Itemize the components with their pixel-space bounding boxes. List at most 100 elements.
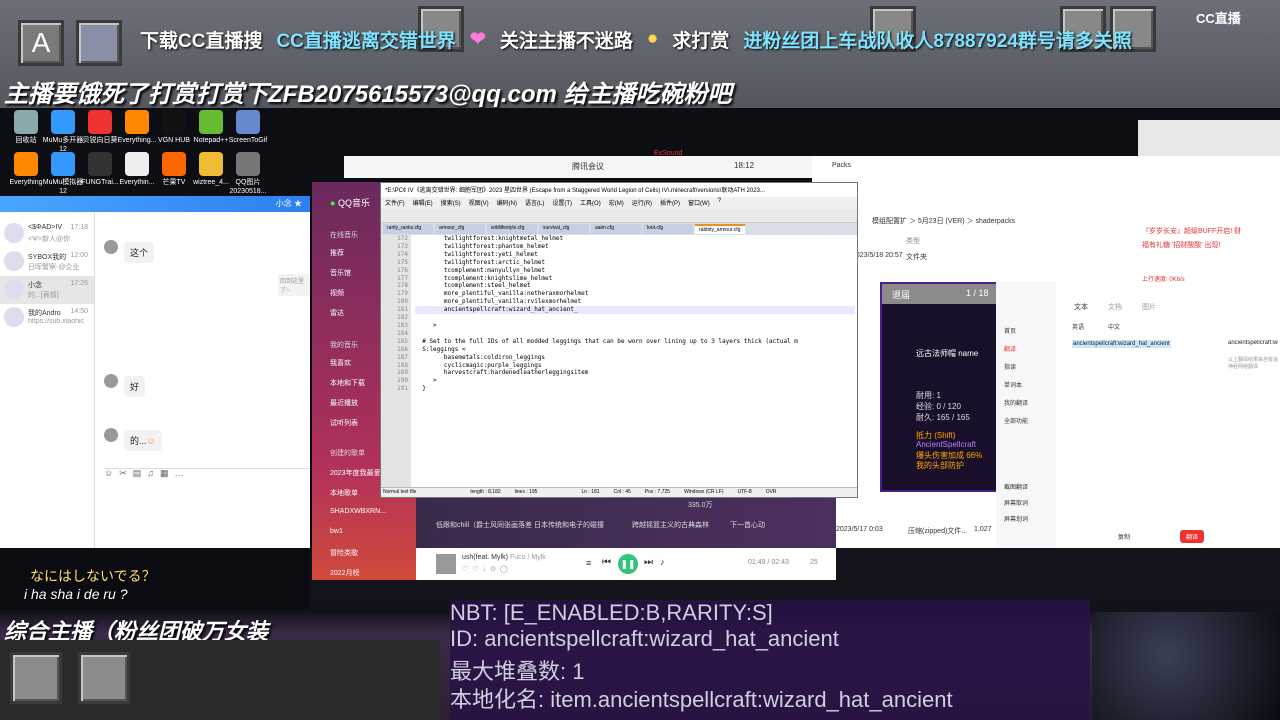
nav-pick-word[interactable]: 屏幕取词 [1004, 498, 1028, 507]
row-date-2: 2023/5/17 0:03 [836, 526, 883, 533]
qqmusic-mine-local[interactable]: 本地和下载 [330, 378, 365, 388]
volume-icon[interactable]: ♪ [660, 557, 665, 567]
file-tab[interactable]: wildlifestyle.cfg [487, 224, 537, 234]
contact-time: 17:26 [70, 280, 88, 287]
jei-header[interactable]: 退届 1 / 18 [882, 284, 1000, 304]
nav-translate[interactable]: 翻译 [1004, 344, 1016, 353]
nav-screenshot[interactable]: 截图翻译 [1004, 482, 1028, 491]
desktop-icon[interactable]: QQ图片20230518... [226, 152, 270, 196]
playlist-item[interactable]: 2023年度我最爱 [330, 468, 381, 478]
menu-item[interactable]: 窗口(W) [688, 198, 710, 208]
avatar [4, 307, 24, 327]
file-tab[interactable]: rabbity_armour.cfg [695, 224, 745, 234]
message-text: 的... [130, 436, 147, 446]
menu-item[interactable]: 编码(N) [497, 198, 517, 208]
copy-button[interactable]: 复制 [1118, 532, 1130, 541]
status-length: length : 8,182 [470, 489, 501, 495]
menu-item[interactable]: 设置(T) [552, 198, 572, 208]
lang-from[interactable]: 英语 [1072, 322, 1084, 331]
now-playing-bar[interactable]: ush(feat. Mylk) Fuco / Mylk ♡♡↓⊙◯ ≡ ⏮ ❚❚… [416, 548, 836, 580]
menu-item[interactable]: 搜索(S) [441, 198, 461, 208]
nav-wordbook[interactable]: 单词本 [1004, 380, 1022, 389]
menu-item[interactable]: 插件(P) [660, 198, 680, 208]
qqmusic-mine-liked[interactable]: 我喜欢 [330, 358, 351, 368]
contact-row-active[interactable]: 小念 17:26 的...[表情] [0, 276, 94, 304]
qqmusic-mine-trial[interactable]: 试听列表 [330, 418, 358, 428]
code-line: more_plentiful_vanilla:netheraxmorhelmet [415, 290, 589, 298]
queue-count: 25 [810, 559, 818, 566]
qqmusic-nav-library[interactable]: 音乐馆 [330, 268, 351, 278]
menu-item[interactable]: 宏(M) [609, 198, 624, 208]
file-tab[interactable]: armour_cfg [435, 224, 485, 234]
contact-time: 12:00 [70, 252, 88, 259]
tab-text[interactable]: 文本 [1074, 302, 1088, 312]
back-button[interactable]: 退届 [892, 290, 910, 300]
menu-item[interactable]: ? [718, 198, 721, 208]
nav-my-translate[interactable]: 我的翻译 [1004, 398, 1028, 407]
line-number: 176 [397, 266, 408, 274]
translate-input[interactable]: ancientspellcraft:wizard_hat_ancient [1072, 340, 1171, 348]
menu-item[interactable]: 语言(L) [525, 198, 544, 208]
nav-home[interactable]: 首页 [1004, 326, 1016, 335]
notepad-editor[interactable]: 172 173 174 175 176 177 178 179 180 181 182 183 184 1… [381, 235, 857, 487]
lang-to[interactable]: 中文 [1108, 322, 1120, 331]
playlist-item[interactable]: 本地歌单 [330, 488, 358, 498]
file-tab[interactable]: loot.cfg [643, 224, 693, 234]
music-tile[interactable]: 跨越摇篮主义的古典森林 [632, 520, 709, 530]
menu-item[interactable]: 运行(R) [632, 198, 652, 208]
music-tile[interactable]: 下一首心动 [730, 520, 765, 530]
menu-item[interactable]: 文件(F) [385, 198, 405, 208]
explorer-path[interactable]: 模组配置扩 ＞ 5月23日 (VER) ＞ shaderpacks [872, 216, 1015, 226]
chat-toolbar[interactable]: ☺✂▤♫▦… [104, 468, 190, 479]
line-number: 188 [397, 361, 408, 369]
translate-note: 以上翻译结果来自有道神经网络翻译 [1228, 357, 1278, 370]
qqmusic-mine-recent[interactable]: 最近播放 [330, 398, 358, 408]
code-area[interactable]: twilightforest:knightmetal_helmet twilig… [415, 235, 855, 393]
file-tab[interactable]: rarity_ranks.cfg [383, 224, 433, 234]
qq-chat-window[interactable]: 小念 ★ <$ΦAD>IV 17:18 <Ψ>新人@你 SYBOX我的 12:00 日晖… [0, 196, 310, 548]
playlist-item[interactable]: bw1 [330, 528, 343, 535]
notepad-toolbar[interactable] [381, 209, 857, 223]
playlist-item[interactable]: 2022月榜 [330, 568, 360, 578]
song-title: ush(feat. Mylk) [462, 554, 508, 561]
notepad-plus-plus-window[interactable]: *E:\PC¢ IV《逃离交错世界: 细胞军团》2023 星四世界 (Escap… [380, 182, 858, 498]
stream-ticker: 下载CC直播搜 CC直播逃离交错世界 ❤ 关注主播不迷路 ● 求打赏 进粉丝团上… [140, 22, 1260, 56]
song-actions[interactable]: ♡♡↓⊙◯ [462, 565, 512, 573]
contact-row[interactable]: SYBOX我的 12:00 日晖警察-@企业 [0, 248, 94, 276]
nav-select-word[interactable]: 屏幕划词 [1004, 514, 1028, 523]
tab-image[interactable]: 图片 [1142, 302, 1156, 312]
contact-row[interactable]: 我的Andro 14:50 https://sub.xiaohic [0, 304, 94, 332]
contact-row[interactable]: <$ΦAD>IV 17:18 <Ψ>新人@你 [0, 220, 94, 248]
qqmusic-nav-recommend[interactable]: 推荐 [330, 248, 344, 258]
explorer-tab[interactable]: Packs [832, 162, 851, 169]
tencent-meeting-window[interactable]: 腾讯会议 18:12 ExSound [344, 150, 820, 178]
cc-logo-text: CC直播 [1196, 11, 1241, 26]
translate-window[interactable]: 首页 翻译 指读 单词本 我的翻译 全部功能 截图翻译 屏幕取词 屏幕划词 文本… [996, 282, 1280, 548]
nav-read[interactable]: 指读 [1004, 362, 1016, 371]
playlist-icon[interactable]: ≡ [586, 558, 591, 568]
playlist-item[interactable]: SHADXWBXRN... [330, 508, 386, 515]
meeting-title: 腾讯会议 [572, 162, 604, 171]
qqmusic-nav-video[interactable]: 视频 [330, 288, 344, 298]
file-tab[interactable]: survival_cfg [539, 224, 589, 234]
file-tab[interactable]: aaim.cfg [591, 224, 641, 234]
desktop-icon-label: QQ图片20230518... [229, 179, 267, 195]
menu-item[interactable]: 视图(V) [469, 198, 489, 208]
contact-preview: <Ψ>新人@你 [28, 236, 71, 243]
line-number: 178 [397, 282, 408, 290]
playlist-item[interactable]: 冒险类歌 [330, 548, 358, 558]
qqmusic-nav-radar[interactable]: 雷达 [330, 308, 344, 318]
menu-item[interactable]: 编辑(E) [413, 198, 433, 208]
menu-item[interactable]: 工具(O) [580, 198, 601, 208]
nav-all[interactable]: 全部功能 [1004, 416, 1028, 425]
notepad-tabs: rarity_ranks.cfg armour_cfg wildlifestyle.… [381, 223, 857, 235]
message-bubble: 这个 [124, 242, 155, 263]
next-icon[interactable]: ⏭ [644, 557, 653, 568]
pause-button[interactable]: ❚❚ [618, 554, 638, 574]
prev-icon[interactable]: ⏮ [602, 557, 611, 568]
translate-button[interactable]: 翻译 [1180, 530, 1205, 543]
desktop-icon[interactable]: ScreenToGif [226, 110, 270, 154]
music-tile[interactable]: 日本传统和电子的碰撞 [534, 520, 604, 530]
tab-doc[interactable]: 文档 [1108, 302, 1122, 312]
music-tile[interactable]: 低跟和chill（爵士风同张画落差 [436, 520, 532, 530]
